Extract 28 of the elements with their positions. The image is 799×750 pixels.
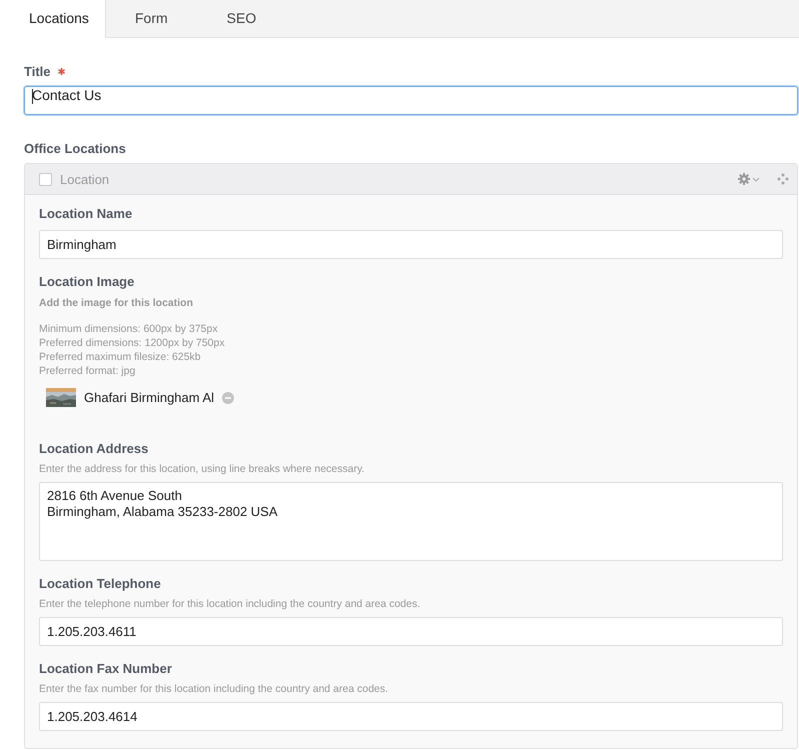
tab[interactable]: Form: [106, 0, 198, 37]
field-label: Location Telephone: [39, 576, 162, 591]
tab[interactable]: Locations: [0, 0, 106, 38]
text-area[interactable]: 2816 6th Avenue South Birmingham, Alabama 35233-2802 USA: [39, 482, 783, 561]
remove-icon[interactable]: [222, 392, 234, 404]
section-label: Office Locations: [24, 141, 126, 156]
requirement-text: Minimum dimensions: 600px by 375px: [39, 322, 219, 336]
tab[interactable]: SEO: [198, 0, 286, 37]
requirement-text: Preferred format: jpg: [39, 364, 136, 378]
checkbox[interactable]: [39, 172, 52, 186]
field-label: Location Image: [39, 274, 136, 289]
requirement-text: Preferred maximum filesize: 625kb: [39, 350, 202, 364]
help-text: Enter the address for this location, using line breaks where necessary.: [39, 463, 366, 475]
field-label: Location Name: [39, 206, 134, 221]
field-label: Location Address: [39, 441, 150, 456]
move-icon[interactable]: [777, 173, 789, 185]
help-text: Enter the fax number for this location including the country and area codes.: [39, 683, 390, 695]
help-text: Enter the telephone number for this location including the country and area codes.: [39, 598, 422, 610]
input-field[interactable]: 1.205.203.4611: [39, 617, 783, 646]
instruction-text: Add the image for this location: [39, 297, 194, 309]
item-title: Location: [60, 172, 110, 186]
file-name: Ghafari Birmingham Al: [84, 390, 214, 405]
input-field[interactable]: Contact Us: [24, 86, 798, 115]
input-field[interactable]: 1.205.203.4614: [39, 702, 783, 731]
field-label: Location Fax Number: [39, 661, 173, 676]
requirement-text: Preferred dimensions: 1200px by 750px: [39, 336, 226, 350]
field-label: Title: [24, 64, 50, 79]
input-field[interactable]: Birmingham: [39, 230, 783, 259]
